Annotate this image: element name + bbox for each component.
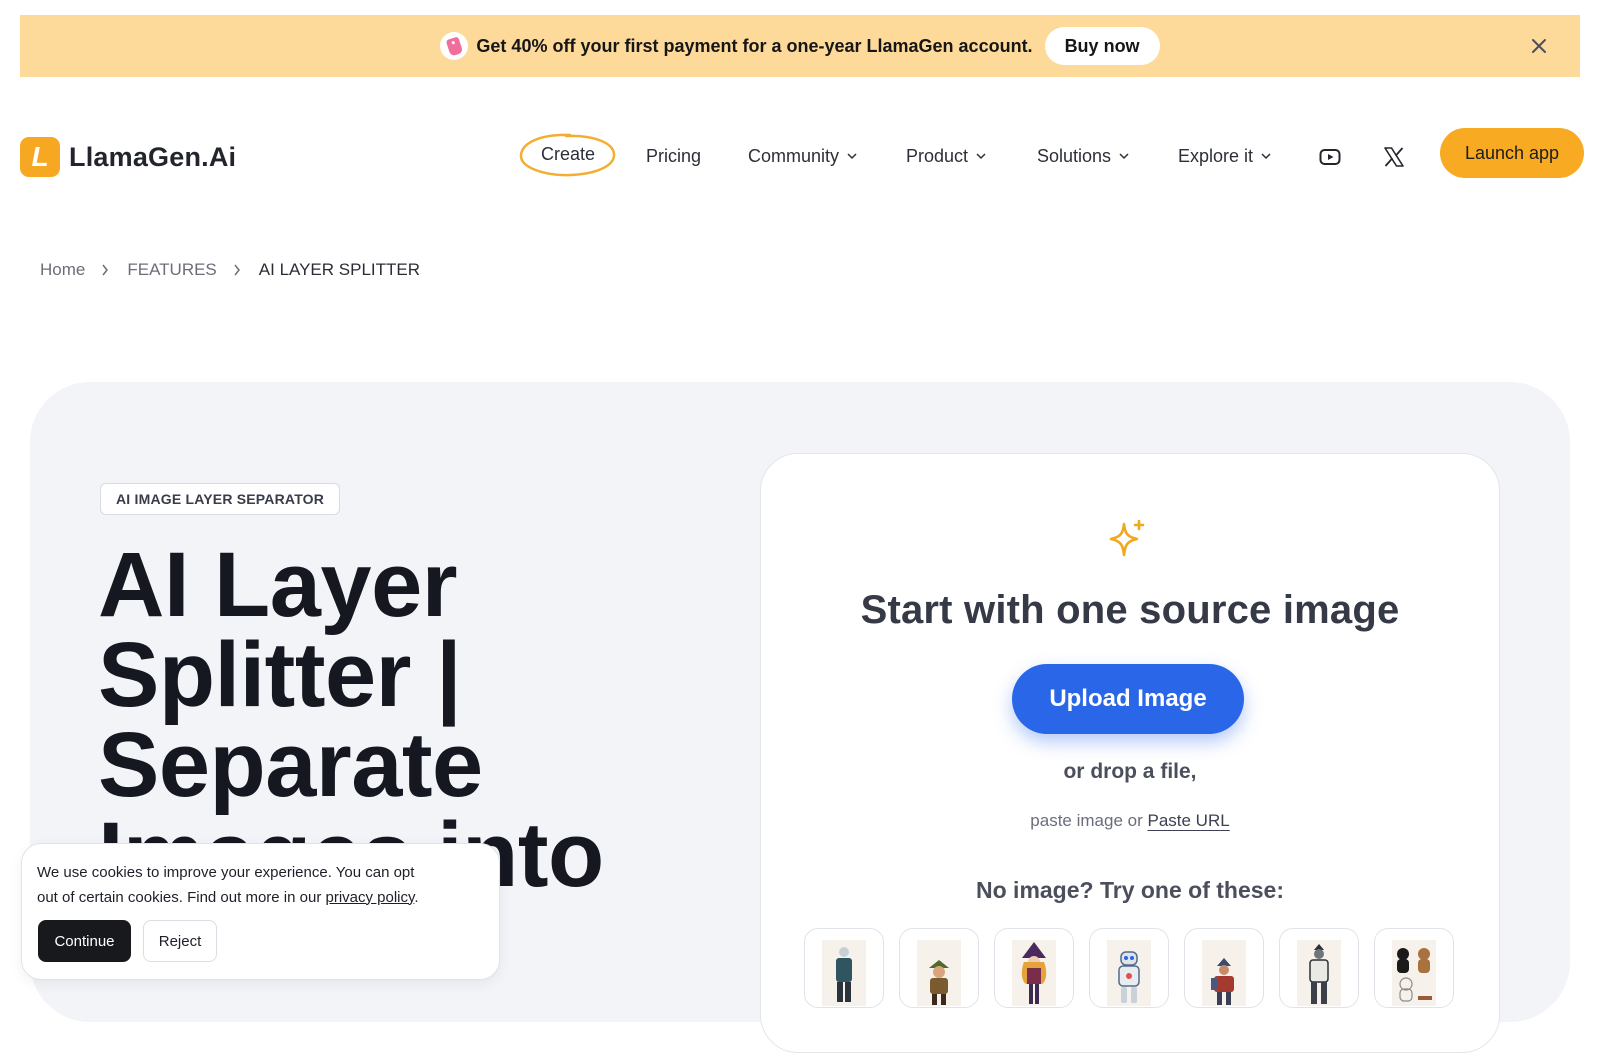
feature-badge: AI IMAGE LAYER SEPARATOR <box>100 483 341 515</box>
page-title-line: Separate <box>98 714 483 816</box>
cookie-text: We use cookies to improve your experienc… <box>37 861 437 910</box>
cookie-period: . <box>414 888 419 906</box>
nav-explore[interactable]: Explore it <box>1178 145 1272 167</box>
nav-solutions-label: Solutions <box>1037 145 1112 166</box>
nav-product[interactable]: Product <box>906 145 987 167</box>
logo-mark: L <box>20 137 60 177</box>
paste-prefix: paste image or <box>1030 811 1143 830</box>
logo-text: LlamaGen.Ai <box>69 141 237 172</box>
buy-now-button[interactable]: Buy now <box>1044 27 1160 65</box>
logo[interactable]: L LlamaGen.Ai <box>20 137 236 177</box>
upload-card-title: Start with one source image <box>860 588 1400 632</box>
site-header: L LlamaGen.Ai Create Pricing Community P… <box>0 120 1600 192</box>
privacy-policy-link[interactable]: privacy policy <box>325 889 414 906</box>
breadcrumb: Home FEATURES AI LAYER SPLITTER <box>40 260 420 280</box>
youtube-icon[interactable] <box>1318 145 1342 169</box>
chevron-down-icon <box>847 153 857 160</box>
sample-image[interactable] <box>1184 928 1264 1008</box>
promo-banner: Get 40% off your first payment for a one… <box>20 15 1580 77</box>
sample-image[interactable] <box>994 928 1074 1008</box>
drop-file-text: or drop a file, <box>1063 760 1197 783</box>
x-icon[interactable] <box>1382 145 1406 169</box>
nav-create-label: Create <box>540 144 596 164</box>
sparkle-icon <box>1108 518 1150 560</box>
breadcrumb-current: AI LAYER SPLITTER <box>258 260 421 279</box>
nav-create[interactable]: Create <box>518 131 618 179</box>
nav-product-label: Product <box>906 145 969 166</box>
chevron-down-icon <box>1261 153 1271 160</box>
launch-app-button[interactable]: Launch app <box>1440 128 1584 178</box>
sample-image[interactable] <box>804 928 884 1008</box>
promo-text: Get 40% off your first payment for a one… <box>476 35 1033 56</box>
sample-image[interactable] <box>1089 928 1169 1008</box>
sample-image[interactable] <box>1279 928 1359 1008</box>
nav-explore-label: Explore it <box>1178 145 1254 166</box>
chevron-down-icon <box>1119 153 1129 160</box>
sample-images <box>804 928 1454 1008</box>
page-title-line: Splitter | <box>98 624 462 726</box>
paste-url-link[interactable]: Paste URL <box>1147 811 1229 830</box>
chevron-right-icon <box>101 264 111 276</box>
cookie-reject-button[interactable]: Reject <box>143 920 217 962</box>
nav-pricing-label: Pricing <box>646 145 702 166</box>
cookie-banner: We use cookies to improve your experienc… <box>21 843 500 980</box>
chevron-down-icon <box>976 153 986 160</box>
nav-pricing[interactable]: Pricing <box>646 145 701 167</box>
breadcrumb-home[interactable]: Home <box>40 260 85 280</box>
nav-community[interactable]: Community <box>748 145 858 167</box>
nav-community-label: Community <box>748 145 840 166</box>
price-tag-icon <box>440 32 469 60</box>
sample-image[interactable] <box>1374 928 1454 1008</box>
sample-image[interactable] <box>899 928 979 1008</box>
upload-image-button[interactable]: Upload Image <box>1012 664 1244 734</box>
close-icon[interactable] <box>1528 35 1550 57</box>
page-title-line: AI Layer <box>98 534 458 636</box>
try-samples-text: No image? Try one of these: <box>976 877 1284 903</box>
nav-solutions[interactable]: Solutions <box>1037 145 1130 167</box>
cookie-continue-button[interactable]: Continue <box>38 920 131 962</box>
paste-line: paste image or Paste URL <box>760 811 1500 831</box>
breadcrumb-features[interactable]: FEATURES <box>127 260 216 280</box>
chevron-right-icon <box>233 264 243 276</box>
